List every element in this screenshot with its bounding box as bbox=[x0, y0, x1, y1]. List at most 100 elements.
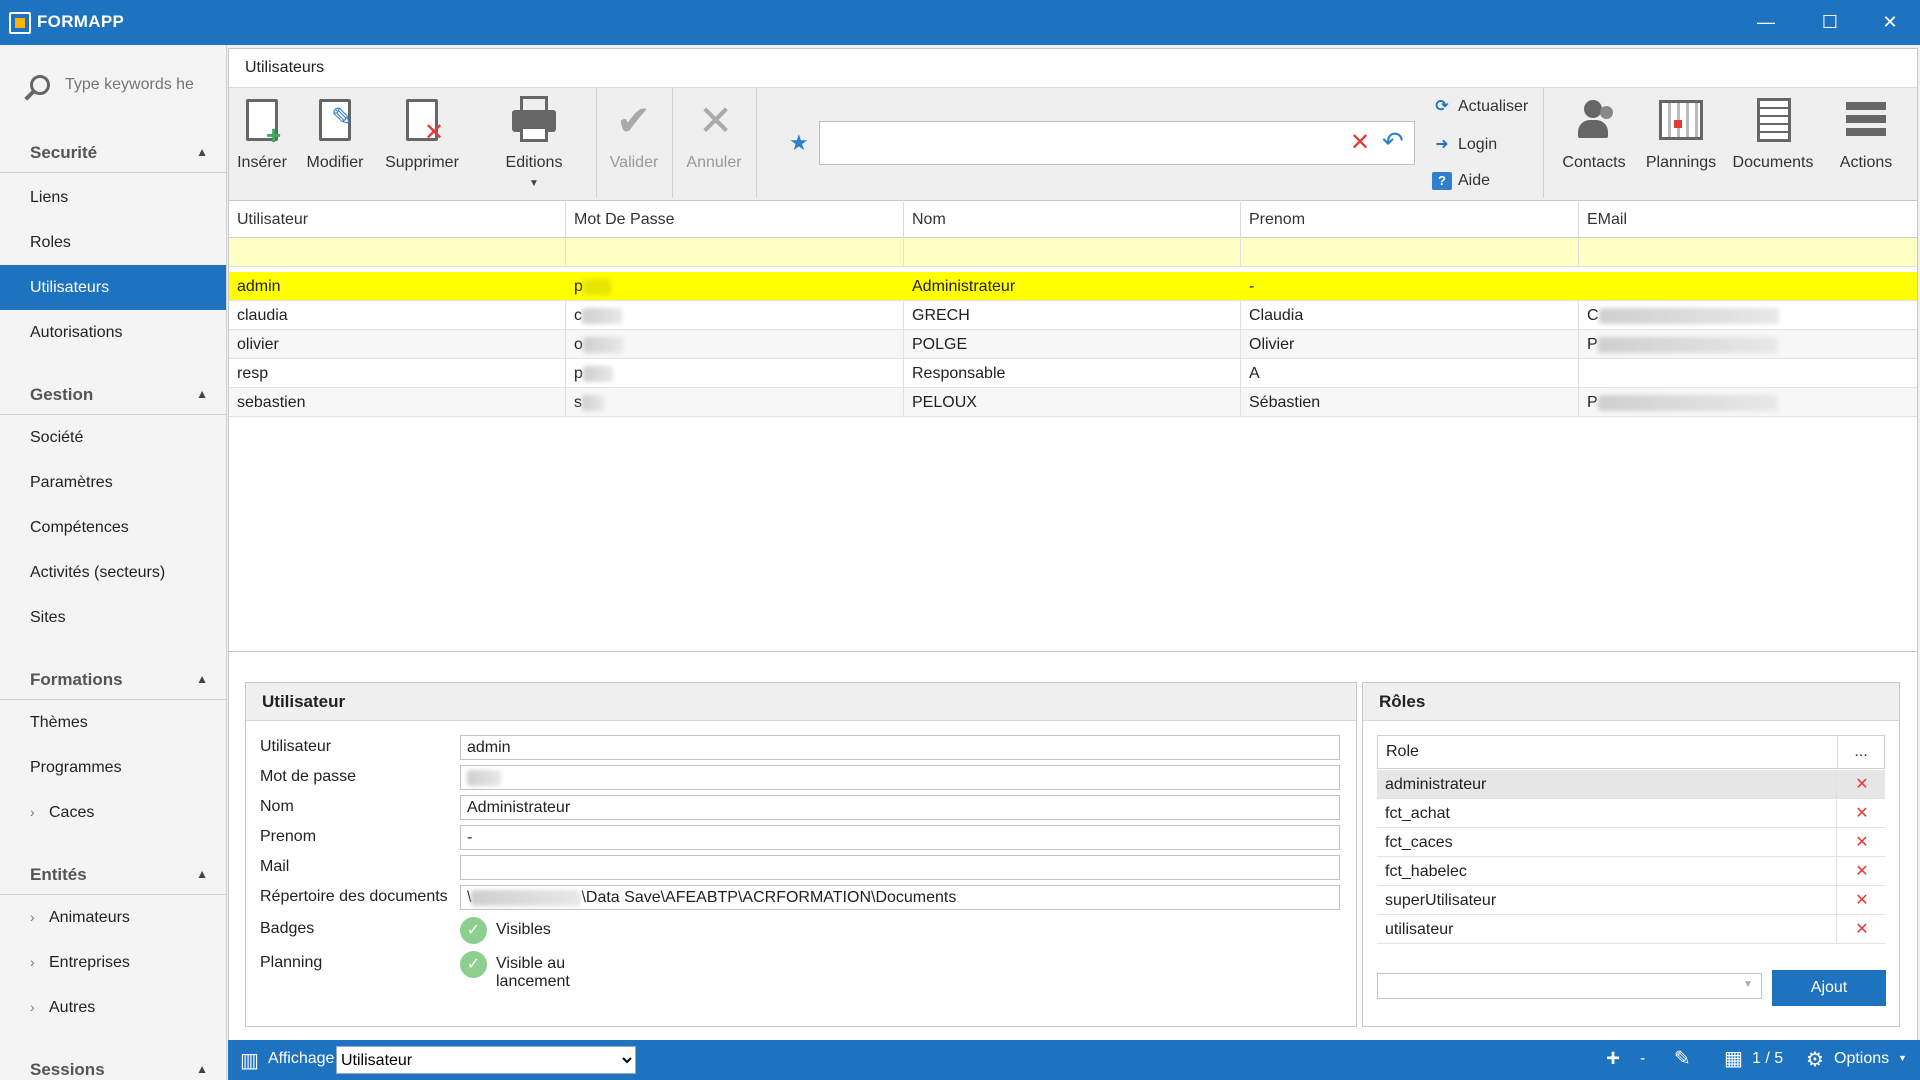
affichage-label: Affichage bbox=[268, 1050, 335, 1067]
delete-role-icon[interactable]: ✕ bbox=[1839, 857, 1885, 886]
role-select[interactable]: ▼ bbox=[1377, 973, 1762, 999]
undo-icon[interactable]: ↶ bbox=[1382, 126, 1404, 157]
editions-button[interactable]: Editions ▼ bbox=[471, 88, 597, 202]
actions-button[interactable]: Actions bbox=[1823, 88, 1909, 202]
remove-button[interactable]: - bbox=[1640, 1050, 1645, 1068]
grid-icon[interactable]: ▦ bbox=[1724, 1046, 1743, 1071]
sidebar-item-utilisateurs[interactable]: Utilisateurs bbox=[0, 265, 226, 310]
delete-role-icon[interactable]: ✕ bbox=[1839, 799, 1885, 828]
table-row[interactable]: resp p Responsable A bbox=[229, 359, 1917, 388]
delete-role-icon[interactable]: ✕ bbox=[1839, 770, 1885, 799]
ajout-button[interactable]: Ajout bbox=[1772, 970, 1886, 1006]
login-label: Login bbox=[1458, 136, 1498, 153]
minimize-button[interactable]: — bbox=[1746, 8, 1786, 36]
delete-role-icon[interactable]: ✕ bbox=[1839, 915, 1885, 944]
list-item[interactable]: fct_habelec ✕ bbox=[1377, 857, 1885, 886]
maximize-button[interactable]: ☐ bbox=[1810, 8, 1850, 36]
check-circle-icon[interactable]: ✓ bbox=[460, 951, 487, 978]
sidebar-item-programmes[interactable]: Programmes bbox=[0, 745, 226, 790]
add-button[interactable]: + bbox=[1606, 1045, 1620, 1073]
sidebar-item-roles[interactable]: Roles bbox=[0, 220, 226, 265]
edit-icon[interactable]: ✎ bbox=[1674, 1046, 1691, 1071]
nom-input[interactable]: Administrateur bbox=[460, 795, 1340, 820]
filter-cell[interactable] bbox=[229, 238, 566, 267]
utilisateur-input[interactable]: admin bbox=[460, 735, 1340, 760]
check-circle-icon[interactable]: ✓ bbox=[460, 917, 487, 944]
list-item[interactable]: utilisateur ✕ bbox=[1377, 915, 1885, 944]
contacts-button[interactable]: Contacts bbox=[1549, 88, 1639, 202]
delete-role-icon[interactable]: ✕ bbox=[1839, 828, 1885, 857]
aide-link[interactable]: ? Aide bbox=[1432, 172, 1490, 190]
section-formations[interactable]: Formations ▲ bbox=[0, 660, 226, 700]
options-button[interactable]: Options bbox=[1834, 1050, 1889, 1068]
prenom-input[interactable]: - bbox=[460, 825, 1340, 850]
plannings-button[interactable]: Plannings bbox=[1639, 88, 1723, 202]
sidebar-item-caces[interactable]: › Caces bbox=[0, 790, 226, 835]
gear-icon[interactable]: ⚙ bbox=[1806, 1047, 1824, 1072]
inserer-button[interactable]: + Insérer bbox=[229, 88, 295, 202]
list-item[interactable]: administrateur ✕ bbox=[1377, 770, 1885, 799]
column-header-mot-de-passe[interactable]: Mot De Passe bbox=[566, 202, 904, 238]
sidebar-item-societe[interactable]: Société bbox=[0, 415, 226, 460]
sidebar-item-autres[interactable]: › Autres bbox=[0, 985, 226, 1030]
favorite-star-icon[interactable]: ★ bbox=[789, 130, 809, 156]
role-column-header[interactable]: Role bbox=[1378, 736, 1838, 768]
section-securite[interactable]: Securité ▲ bbox=[0, 133, 226, 173]
list-item[interactable]: fct_caces ✕ bbox=[1377, 828, 1885, 857]
column-header-utilisateur[interactable]: Utilisateur bbox=[229, 202, 566, 238]
repertoire-input[interactable]: \ \Data Save\AFEABTP\ACRFORMATION\Documen… bbox=[460, 885, 1340, 910]
filter-cell[interactable] bbox=[1241, 238, 1579, 267]
table-row[interactable]: admin p Administrateur - bbox=[229, 272, 1917, 301]
password-input[interactable] bbox=[460, 765, 1340, 790]
column-header-email[interactable]: EMail bbox=[1579, 202, 1917, 238]
section-gestion[interactable]: Gestion ▲ bbox=[0, 375, 226, 415]
toolbar-search-input[interactable] bbox=[826, 130, 1336, 156]
list-item[interactable]: fct_achat ✕ bbox=[1377, 799, 1885, 828]
cell-mot-de-passe: p bbox=[566, 272, 904, 301]
more-options-button[interactable]: ... bbox=[1838, 736, 1884, 768]
filter-cell[interactable] bbox=[1579, 238, 1917, 267]
sidebar-item-themes[interactable]: Thèmes bbox=[0, 700, 226, 745]
inserer-label: Insérer bbox=[237, 154, 287, 171]
grid-filter-row[interactable] bbox=[229, 238, 1917, 267]
modifier-button[interactable]: ✎ Modifier bbox=[295, 88, 375, 202]
list-item[interactable]: superUtilisateur ✕ bbox=[1377, 886, 1885, 915]
login-link[interactable]: ➜ Login bbox=[1432, 134, 1497, 154]
sidebar-item-entreprises[interactable]: › Entreprises bbox=[0, 940, 226, 985]
sidebar-item-animateurs[interactable]: › Animateurs bbox=[0, 895, 226, 940]
sidebar-item-activites[interactable]: Activités (secteurs) bbox=[0, 550, 226, 595]
table-row[interactable]: claudia c GRECH Claudia C bbox=[229, 301, 1917, 330]
sidebar-item-sites[interactable]: Sites bbox=[0, 595, 226, 640]
sidebar-item-competences[interactable]: Compétences bbox=[0, 505, 226, 550]
filter-cell[interactable] bbox=[566, 238, 904, 267]
sidebar-item-liens[interactable]: Liens bbox=[0, 175, 226, 220]
sidebar-item-parametres[interactable]: Paramètres bbox=[0, 460, 226, 505]
table-row[interactable]: sebastien s PELOUX Sébastien P bbox=[229, 388, 1917, 417]
column-header-prenom[interactable]: Prenom bbox=[1241, 202, 1579, 238]
password-text: s bbox=[574, 394, 582, 411]
pager[interactable]: 1 / 5 bbox=[1752, 1050, 1783, 1068]
actualiser-link[interactable]: ⟳ Actualiser bbox=[1432, 96, 1528, 116]
sidebar-item-autorisations[interactable]: Autorisations bbox=[0, 310, 226, 355]
main-area: Utilisateur s + Insérer ✎ Modifier ✕ Supp… bbox=[228, 48, 1918, 1048]
table-row[interactable]: olivier o POLGE Olivier P bbox=[229, 330, 1917, 359]
documents-button[interactable]: Documents bbox=[1723, 88, 1823, 202]
grid-header: Utilisateur Mot De Passe Nom Prenom EMai… bbox=[229, 202, 1917, 238]
columns-icon[interactable]: ▥ bbox=[240, 1048, 259, 1073]
close-button[interactable]: ✕ bbox=[1870, 8, 1910, 36]
filter-cell[interactable] bbox=[904, 238, 1241, 267]
section-entites[interactable]: Entités ▲ bbox=[0, 855, 226, 895]
valider-button[interactable]: ✔ Valider bbox=[597, 88, 671, 202]
delete-role-icon[interactable]: ✕ bbox=[1839, 886, 1885, 915]
annuler-button[interactable]: ✕ Annuler bbox=[673, 88, 755, 202]
mail-input[interactable] bbox=[460, 855, 1340, 880]
supprimer-button[interactable]: ✕ Supprimer bbox=[375, 88, 469, 202]
clear-search-icon[interactable]: ✕ bbox=[1350, 128, 1370, 157]
column-header-nom[interactable]: Nom bbox=[904, 202, 1241, 238]
role-name: fct_habelec bbox=[1377, 857, 1837, 886]
chevron-up-icon: ▲ bbox=[196, 145, 208, 159]
affichage-select[interactable]: Utilisateur bbox=[336, 1046, 636, 1074]
section-sessions[interactable]: Sessions ▲ bbox=[0, 1050, 226, 1080]
sidebar-search-input[interactable] bbox=[65, 76, 220, 94]
document-icon bbox=[1751, 96, 1795, 144]
